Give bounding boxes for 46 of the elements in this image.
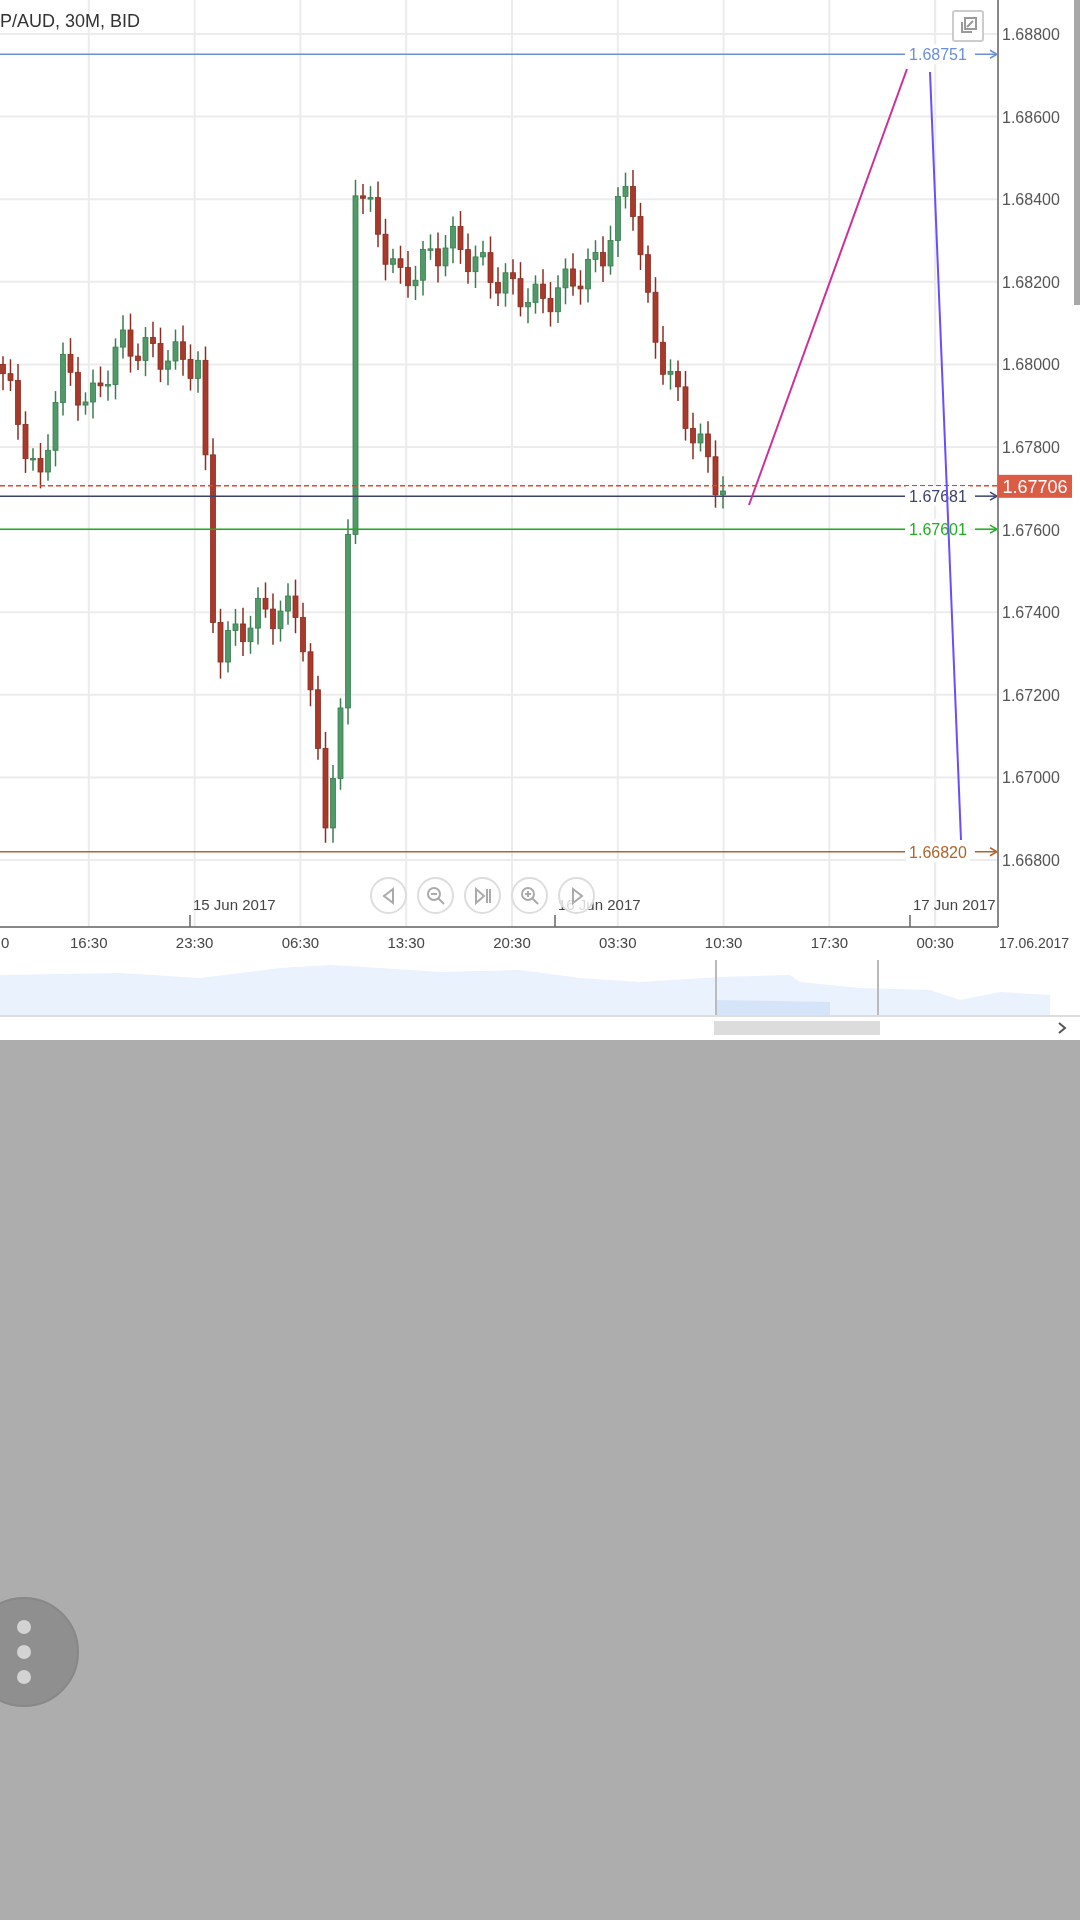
time-axis-label: 03:30 xyxy=(599,934,637,951)
chevron-right-icon[interactable] xyxy=(1056,1021,1068,1035)
price-line-label: 1.66820 xyxy=(909,843,967,861)
chart-title: P/AUD, 30M, BID xyxy=(0,10,141,33)
more-vertical-icon xyxy=(16,1619,32,1685)
price-axis-label: 1.67600 xyxy=(1002,521,1060,539)
zoom-in-icon xyxy=(519,885,540,906)
maximize-button[interactable] xyxy=(952,10,984,42)
axis-date-label: 17.06.2017 xyxy=(998,935,1070,951)
scrollbar-thumb[interactable] xyxy=(714,1021,880,1035)
price-axis-label: 1.68600 xyxy=(1002,108,1060,126)
popout-icon xyxy=(958,16,978,36)
arrow-icon xyxy=(974,491,999,501)
price-line-label: 1.68751 xyxy=(909,46,967,64)
price-axis-label: 1.66800 xyxy=(1002,852,1060,869)
price-axis-label: 1.67800 xyxy=(1002,439,1060,456)
current-price-badge: 1.67706 xyxy=(998,474,1072,498)
price-axis-label: 1.67400 xyxy=(1002,604,1060,622)
more-options-button[interactable] xyxy=(0,1597,79,1707)
price-axis-label: 1.67200 xyxy=(1002,686,1060,704)
price-axis-label: 1.67000 xyxy=(1002,769,1060,787)
price-axis-label: 1.68000 xyxy=(1002,356,1060,374)
zoom-out-button[interactable] xyxy=(417,877,454,914)
time-axis-label: 20:30 xyxy=(493,934,531,951)
arrow-icon xyxy=(974,847,999,857)
price-axis-label: 1.68800 xyxy=(1002,26,1060,43)
time-axis-label: 10:30 xyxy=(704,934,743,951)
date-label: 17 Jun 2017 xyxy=(913,896,996,913)
scroll-left-button[interactable] xyxy=(370,877,407,914)
time-axis-label: 06:30 xyxy=(281,934,320,951)
zoom-out-icon xyxy=(425,885,446,906)
skip-end-icon xyxy=(472,885,493,906)
time-axis-label: 16:30 xyxy=(70,934,108,951)
time-axis-label: 17:30 xyxy=(810,934,849,951)
time-axis-label: 0 xyxy=(1,934,10,951)
price-axis-label: 1.68200 xyxy=(1002,273,1060,291)
time-axis-label: 00:30 xyxy=(916,934,954,951)
arrow-icon xyxy=(974,49,999,59)
price-axis-label: 1.68400 xyxy=(1002,191,1060,209)
arrow-icon xyxy=(974,524,999,534)
time-axis-label: 13:30 xyxy=(387,934,425,951)
scroll-end-button[interactable] xyxy=(464,877,501,914)
scrollbar[interactable] xyxy=(1074,0,1080,305)
time-axis-label: 23:30 xyxy=(175,934,214,951)
date-label: 15 Jun 2017 xyxy=(193,896,276,913)
zoom-in-button[interactable] xyxy=(511,877,548,914)
